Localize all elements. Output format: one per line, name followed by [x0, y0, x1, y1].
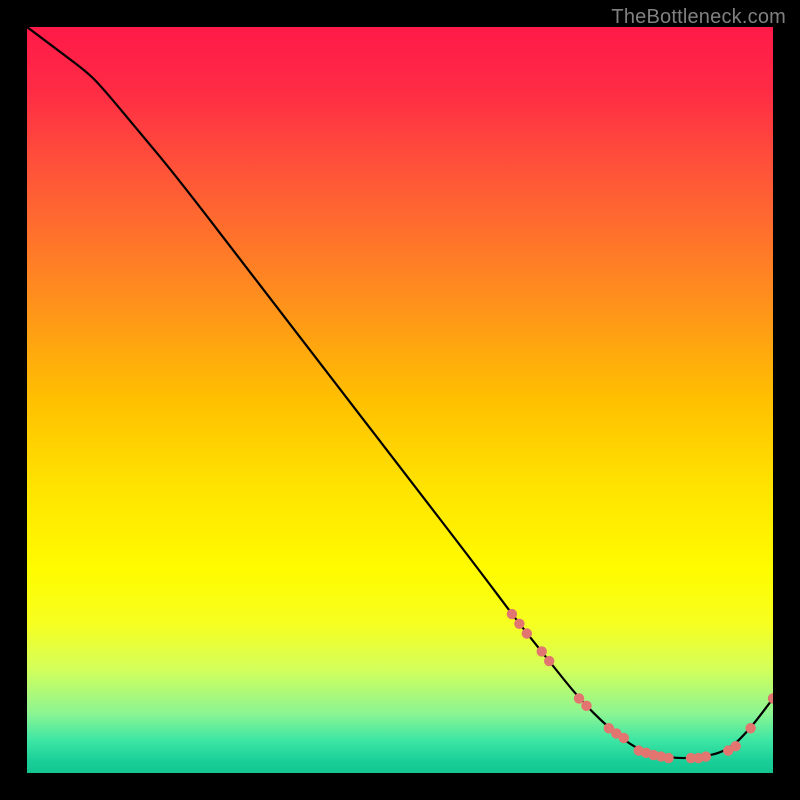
data-marker — [522, 628, 532, 638]
plot-area — [27, 27, 773, 773]
data-marker — [701, 751, 711, 761]
watermark-text: TheBottleneck.com — [611, 6, 786, 29]
data-marker — [507, 609, 517, 619]
data-marker — [544, 656, 554, 666]
data-marker — [574, 693, 584, 703]
data-marker — [537, 646, 547, 656]
gradient-rect — [27, 27, 773, 773]
data-marker — [745, 723, 755, 733]
data-marker — [663, 753, 673, 763]
chart-frame: TheBottleneck.com — [0, 0, 800, 800]
data-marker — [514, 619, 524, 629]
chart-svg — [27, 27, 773, 773]
data-marker — [731, 741, 741, 751]
data-marker — [619, 733, 629, 743]
data-marker — [581, 701, 591, 711]
